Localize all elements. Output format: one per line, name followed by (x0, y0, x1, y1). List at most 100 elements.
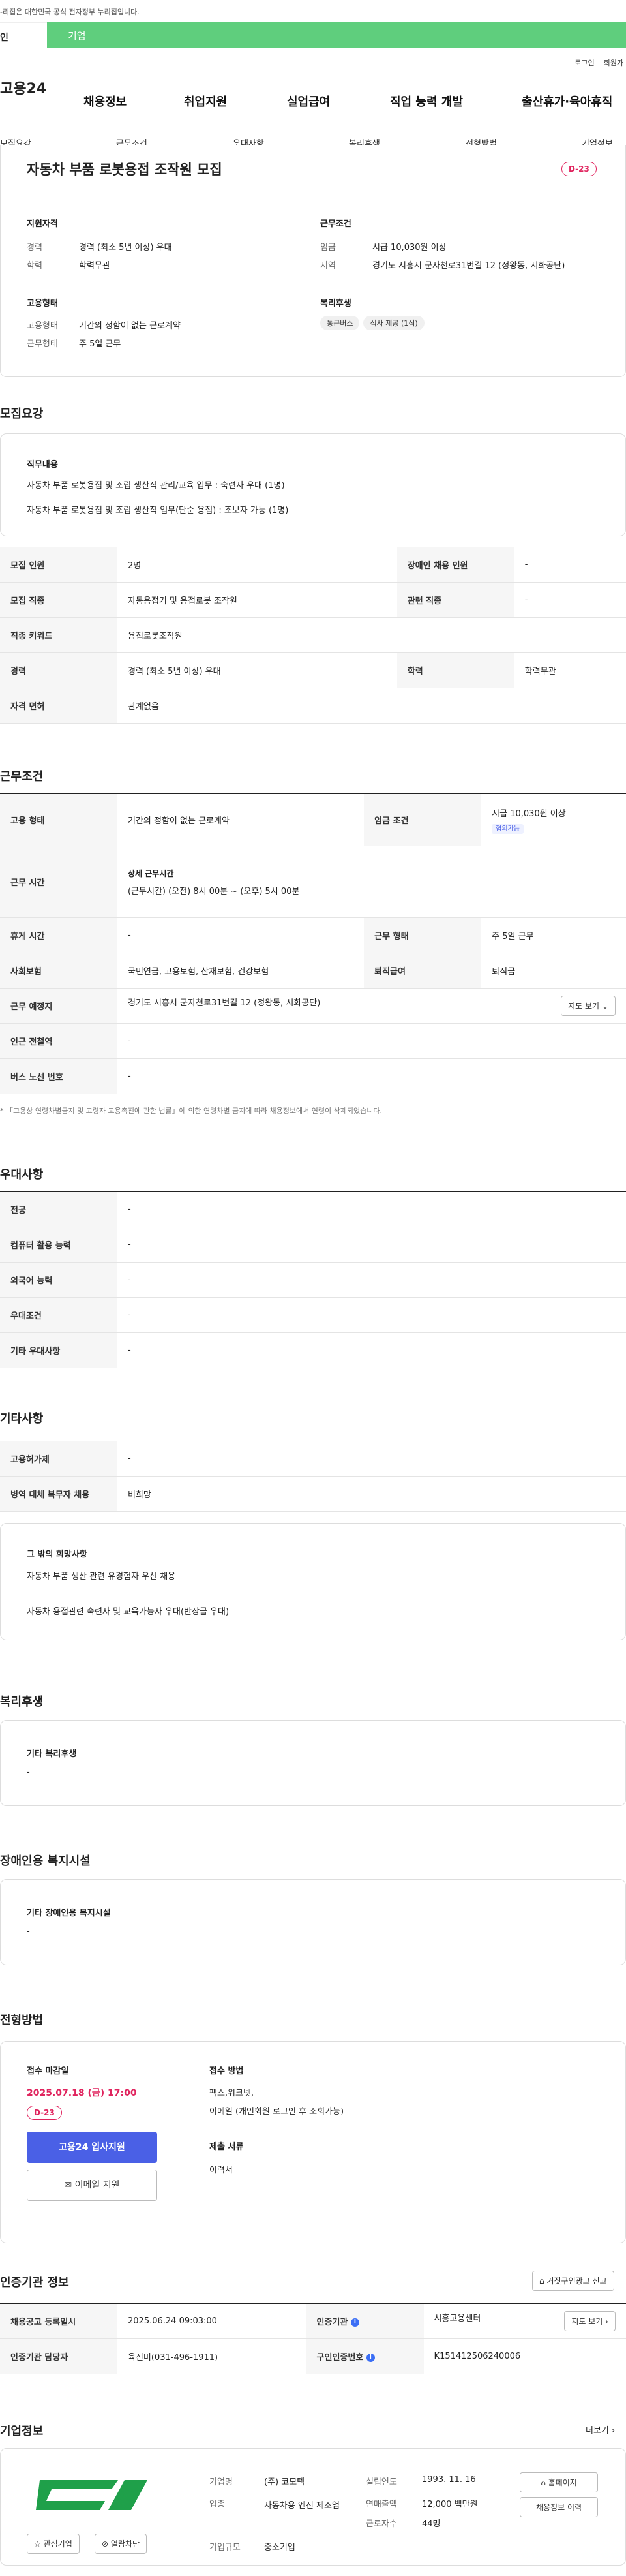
info-icon[interactable]: i (350, 2318, 359, 2327)
signup-link[interactable]: 회원가 (604, 59, 623, 67)
cell-value: 2명 (117, 547, 397, 583)
industry-value: 자동차용 엔진 제조업 (264, 2501, 340, 2511)
more-link[interactable]: 더보기 › (586, 2423, 615, 2436)
cell-label: 모집 인원 (0, 547, 117, 583)
cell-label: 인증기관 담당자 (0, 2338, 117, 2374)
welf-tag: 통근버스 (320, 316, 360, 330)
cell-value: 퇴직금 (481, 953, 626, 989)
cell-label: 구인인증번호 i (306, 2338, 424, 2374)
cell-label: 퇴직급여 (364, 953, 482, 989)
sales-label: 연매출액 (366, 2500, 397, 2509)
disab-value: - (27, 1927, 30, 1937)
global-nav: 고용24 채용정보 취업지원 실업급여 직업 능력 개발 출산휴가·육아휴직 (0, 72, 626, 109)
section-heading: 장애인용 복지시설 (0, 1854, 91, 1868)
time-heading: 상세 근무시간 (128, 868, 174, 878)
homepage-button[interactable]: ⌂ 홈페이지 (520, 2472, 598, 2492)
section-heading: 모집요강 (0, 407, 44, 421)
etype-label: 고용형태 (27, 321, 58, 331)
email-apply-label: 이메일 지원 (74, 2180, 120, 2190)
welfare-value: - (27, 1768, 30, 1777)
edu-label: 학력 (27, 261, 42, 271)
docs-value: 이력서 (209, 2166, 233, 2175)
wish-line: 자동차 부품 생산 관련 유경험자 우선 채용 (27, 1572, 176, 1582)
homepage-label: 홈페이지 (548, 2478, 577, 2487)
etype-value: 기간의 정함이 없는 근로계약 (79, 321, 181, 331)
gnb-item-jobs[interactable]: 채용정보 (83, 93, 127, 110)
info-icon[interactable]: i (366, 2354, 375, 2362)
wtype-value: 주 5일 근무 (79, 339, 121, 349)
cell-label-text: 인증기관 (316, 2318, 348, 2327)
cell-value: 육진미(031-496-1911) (117, 2338, 306, 2374)
job-desc-line: 자동차 부품 로봇용접 및 조립 생산직 관리/교육 업무 : 숙련자 우대 (… (27, 481, 285, 491)
gov-notice: -리집은 대한민국 공식 전자정부 누리집입니다. (0, 0, 626, 22)
cell-label: 고용 형태 (0, 793, 117, 846)
apply-button[interactable]: 고용24 입사지원 (27, 2132, 157, 2163)
block-icon: ⊘ (102, 2539, 109, 2549)
career-label: 경력 (27, 243, 42, 253)
cell-label: 인증기관 i (306, 2303, 424, 2339)
tab-company[interactable]: 기업 (47, 22, 626, 48)
report-label: 거짓구인광고 신고 (546, 2277, 607, 2286)
tab-personal[interactable]: 인 (0, 22, 47, 48)
cell-value: - (514, 582, 626, 618)
chevron-right-icon: › (612, 2426, 616, 2436)
etc-table: 고용허가제 - 병역 대체 복무자 채용 비희망 (0, 1441, 626, 1512)
cell-value: 경력 (최소 5년 이상) 우대 (117, 652, 397, 688)
email-apply-button[interactable]: ✉ 이메일 지원 (27, 2170, 157, 2201)
section-heading: 복리후생 (0, 1695, 44, 1709)
pref-table: 전공 - 컴퓨터 활용 능력 - 외국어 능력 - 우대조건 - 기타 우대사항 - (0, 1191, 626, 1368)
agency-table: 채용공고 등록일시 2025.06.24 09:03:00 인증기관 i 시흥고용센터… (0, 2303, 626, 2374)
dday-badge: D-23 (27, 2106, 62, 2120)
cell-value: 관계없음 (117, 688, 626, 724)
map-button[interactable]: 지도 보기 ⌄ (561, 996, 616, 1016)
cell-label: 근무 예정지 (0, 988, 117, 1024)
cell-value: 국민연금, 고용보험, 산재보험, 건강보험 (117, 953, 365, 989)
report-button[interactable]: ⌂ 거짓구인광고 신고 (532, 2271, 614, 2291)
cell-label: 사회보험 (0, 953, 117, 989)
wish-heading: 그 밖의 희망사항 (27, 1550, 87, 1559)
job-title: 자동차 부품 로봇용접 조작원 모집 (27, 162, 222, 177)
site-logo[interactable]: 고용24 (0, 77, 83, 98)
emp-heading: 고용형태 (27, 299, 58, 309)
cell-label: 전공 (0, 1191, 117, 1227)
cell-value: - (117, 1227, 626, 1263)
cell-label: 관련 직종 (396, 582, 514, 618)
cell-value: - (117, 1191, 626, 1227)
cell-value: 시흥고용센터 (434, 2314, 481, 2323)
gnb-item-job-training[interactable]: 직업 능력 개발 (390, 93, 463, 110)
section-heading: 인증기관 정보 (0, 2276, 69, 2290)
area-label: 지역 (320, 261, 336, 271)
cell-label: 직종 키워드 (0, 617, 117, 653)
block-button[interactable]: ⊘ 열람차단 (95, 2534, 147, 2554)
employees-label: 근로자수 (366, 2519, 397, 2529)
map-button-label: 지도 보기 (568, 1002, 600, 1011)
cell-label: 채용공고 등록일시 (0, 2303, 117, 2339)
interest-button[interactable]: ☆ 관심기업 (27, 2534, 80, 2554)
qual-heading: 지원자격 (27, 219, 58, 229)
welfare-sub: 기타 복리후생 (27, 1749, 77, 1759)
welf-tag: 식사 제공 (1식) (363, 316, 425, 330)
login-link[interactable]: 로그인 (574, 59, 594, 67)
time-cell: 상세 근무시간 (근무시간) (오전) 8시 00분 ~ (오후) 5시 00분 (117, 846, 626, 918)
cell-value: - (117, 1332, 626, 1368)
welf-heading: 복리후생 (320, 299, 351, 309)
job-desc-heading: 직무내용 (27, 460, 58, 470)
cell-label: 자격 면허 (0, 688, 117, 724)
cell-value: - (514, 547, 626, 583)
gnb-item-employment-support[interactable]: 취업지원 (184, 93, 227, 110)
cell-label: 휴게 시간 (0, 917, 117, 953)
edu-value: 학력무관 (79, 261, 110, 271)
size-value: 중소기업 (264, 2543, 295, 2553)
gnb-item-parental-leave[interactable]: 출산휴가·육아휴직 (522, 93, 612, 110)
cell-label: 장애인 채용 인원 (396, 547, 514, 583)
wage-label: 임금 (320, 243, 336, 253)
section-heading: 기업정보 (0, 2425, 44, 2438)
chevron-right-icon: › (605, 2317, 608, 2326)
wage-value: 시급 10,030원 이상 (492, 809, 566, 819)
method-line: 이메일 (개인회원 로그인 후 조회가능) (209, 2107, 344, 2117)
agency-map-button[interactable]: 지도 보기 › (564, 2311, 616, 2331)
history-button[interactable]: 채용정보 이력 (520, 2497, 598, 2517)
gnb-item-unemployment-benefit[interactable]: 실업급여 (287, 93, 330, 110)
place-cell: 경기도 시흥시 군자천로31번길 12 (정왕동, 시화공단) 지도 보기 ⌄ (117, 988, 626, 1024)
home-icon: ⌂ (541, 2478, 546, 2487)
